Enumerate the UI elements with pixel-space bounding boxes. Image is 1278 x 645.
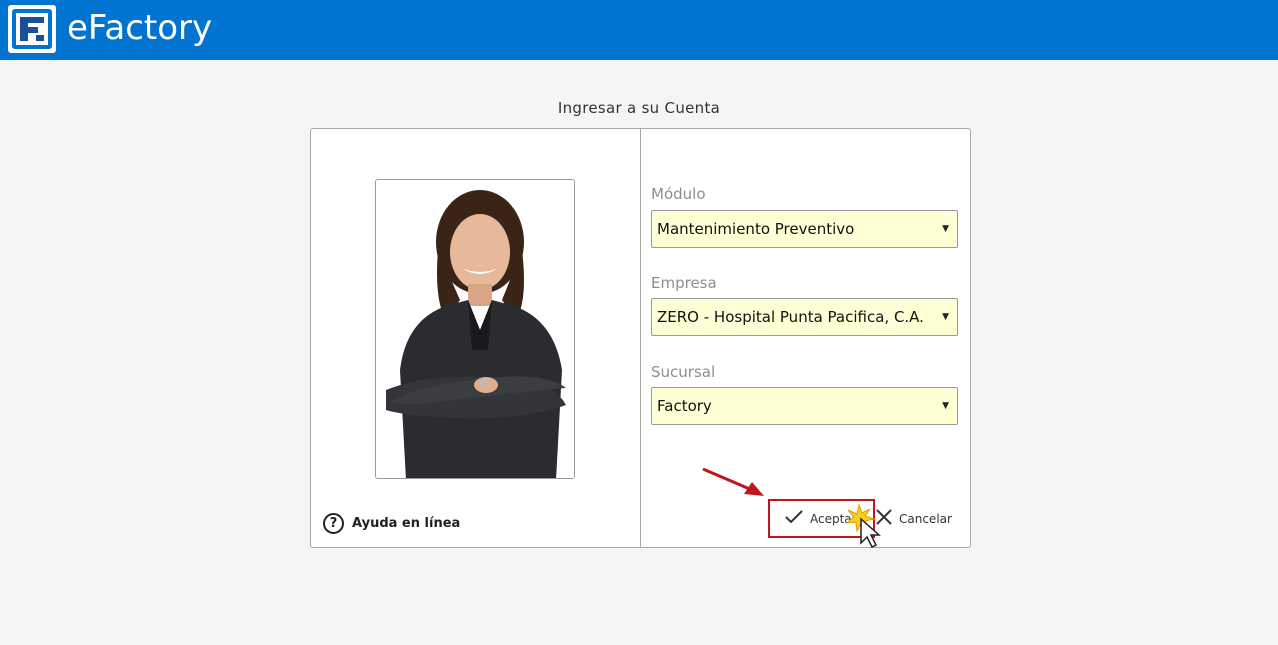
card-divider xyxy=(640,129,641,547)
empresa-select[interactable]: ZERO - Hospital Punta Pacifica, C.A. ▼ xyxy=(651,298,958,336)
top-bar: eFactory xyxy=(0,0,1278,60)
sucursal-label: Sucursal xyxy=(651,363,716,381)
help-label: Ayuda en línea xyxy=(352,516,461,531)
empresa-label: Empresa xyxy=(651,274,717,292)
login-card: ? Ayuda en línea Módulo Mantenimiento Pr… xyxy=(310,128,971,548)
help-icon: ? xyxy=(323,513,344,534)
cancel-button[interactable]: Cancelar xyxy=(875,509,952,528)
modulo-select[interactable]: Mantenimiento Preventivo ▼ xyxy=(651,210,958,248)
login-title: Ingresar a su Cuenta xyxy=(557,99,721,117)
cancel-label: Cancelar xyxy=(899,511,952,526)
sucursal-select[interactable]: Factory ▼ xyxy=(651,387,958,425)
modulo-label: Módulo xyxy=(651,185,706,203)
sucursal-value: Factory xyxy=(657,397,712,415)
dropdown-arrow-icon: ▼ xyxy=(942,224,949,234)
modulo-value: Mantenimiento Preventivo xyxy=(657,220,855,238)
help-link[interactable]: ? Ayuda en línea xyxy=(323,513,460,534)
dropdown-arrow-icon: ▼ xyxy=(942,401,949,411)
annotation-arrow-icon xyxy=(702,467,764,496)
user-photo xyxy=(375,179,575,479)
dropdown-arrow-icon: ▼ xyxy=(942,312,949,322)
empresa-value: ZERO - Hospital Punta Pacifica, C.A. xyxy=(657,308,924,326)
mouse-cursor-icon xyxy=(845,503,881,549)
efactory-logo-icon[interactable] xyxy=(8,5,56,53)
app-title: eFactory xyxy=(67,8,213,48)
